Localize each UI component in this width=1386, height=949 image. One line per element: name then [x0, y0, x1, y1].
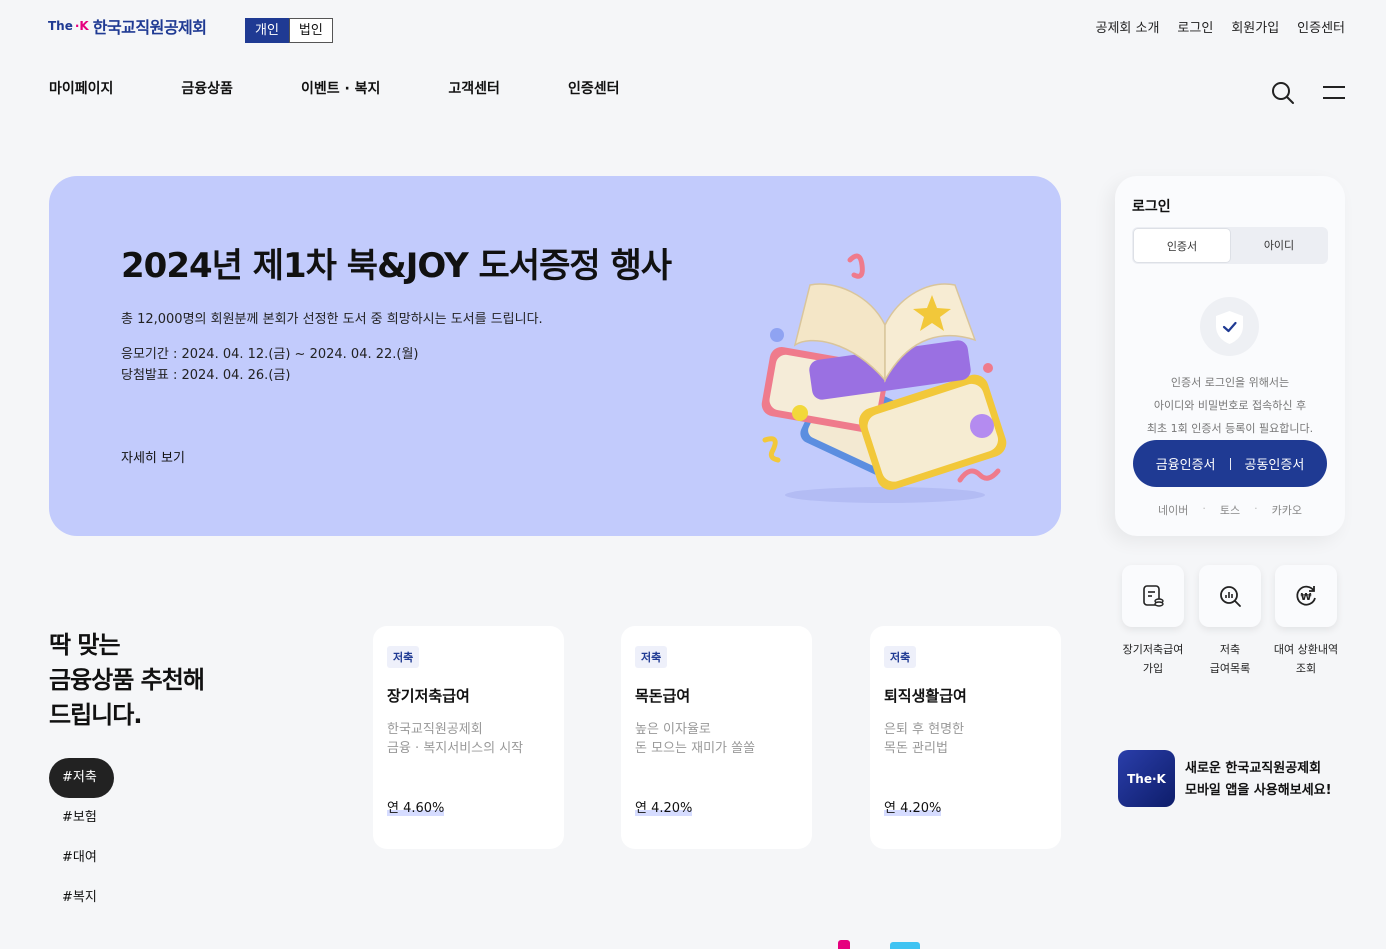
quick-label-line: 장기저축급여 [1122, 643, 1184, 656]
recommend-title: 딱 맞는 금융상품 추천해 드립니다. [49, 628, 205, 733]
kakao-login-link[interactable]: 카카오 [1272, 502, 1302, 518]
nav-cert[interactable]: 인증센터 [568, 78, 620, 98]
app-promo-line: 모바일 앱을 사용해보세요! [1185, 783, 1332, 798]
link-login[interactable]: 로그인 [1177, 17, 1213, 36]
link-cert-center[interactable]: 인증센터 [1297, 17, 1345, 36]
main-nav: 마이페이지 금융상품 이벤트 · 복지 고객센터 인증센터 [49, 78, 687, 98]
shield-icon [1200, 297, 1259, 356]
product-rate-value: 연 4.20% [635, 801, 693, 816]
banner-description: 총 12,000명의 회원분께 본회가 선정한 도서 중 희망하시는 도서를 드… [121, 312, 543, 327]
social-login: 네이버 · 토스 · 카카오 [1133, 502, 1327, 518]
quick-label-line: 저축 [1219, 643, 1241, 656]
search-icon[interactable] [1270, 80, 1296, 106]
cert-login-buttons: 금융인증서 공동인증서 [1133, 440, 1327, 487]
product-card[interactable]: 저축 퇴직생활급여 은퇴 후 현명한 목돈 관리법 연 4.20% [870, 626, 1061, 849]
login-info-line: 아이디와 비밀번호로 접속하신 후 [1153, 399, 1307, 412]
tab-id[interactable]: 아이디 [1231, 228, 1327, 263]
app-icon[interactable]: The·K [1118, 750, 1175, 807]
books-illustration [740, 240, 1030, 510]
tag-welfare[interactable]: #복지 [49, 878, 114, 918]
login-tabs: 인증서 아이디 [1132, 227, 1328, 264]
product-tags: #저축 #보험 #대여 #복지 [49, 758, 114, 918]
member-type-toggle: 개인 법인 [245, 18, 333, 43]
quick-menu-savings-list[interactable]: 저축 급여목록 [1194, 565, 1266, 678]
product-description: 높은 이자율로 돈 모으는 재미가 쏠쏠 [635, 722, 756, 756]
hamburger-menu-icon[interactable] [1322, 84, 1346, 102]
product-rate: 연 4.60% [387, 797, 445, 816]
app-icon-text: The·K [1127, 771, 1166, 786]
naver-login-link[interactable]: 네이버 [1158, 502, 1188, 518]
product-card[interactable]: 저축 장기저축급여 한국교직원공제회 금융 · 복지서비스의 시작 연 4.60… [373, 626, 564, 849]
quick-label-line: 급여목록 [1209, 662, 1251, 675]
banner-announce: 당첨발표 : 2024. 04. 26.(금) [121, 368, 291, 383]
divider [1229, 457, 1231, 470]
tab-certificate[interactable]: 인증서 [1133, 228, 1231, 263]
decoration-shape [838, 940, 850, 949]
product-badge: 저축 [635, 646, 668, 668]
product-description: 한국교직원공제회 금융 · 복지서비스의 시작 [387, 722, 524, 756]
product-badge: 저축 [884, 646, 917, 668]
member-type-corporate[interactable]: 법인 [288, 18, 333, 43]
login-info: 인증서 로그인을 위해서는 아이디와 비밀번호로 접속하신 후 최초 1회 인증… [1125, 371, 1335, 440]
product-description: 은퇴 후 현명한 목돈 관리법 [884, 722, 965, 756]
quick-label: 장기저축급여 가입 [1117, 640, 1189, 678]
nav-mypage[interactable]: 마이페이지 [49, 78, 113, 98]
nav-products[interactable]: 금융상품 [181, 78, 233, 98]
product-card[interactable]: 저축 목돈급여 높은 이자율로 돈 모으는 재미가 쏠쏠 연 4.20% [621, 626, 812, 849]
product-title: 퇴직생활급여 [884, 687, 967, 705]
link-signup[interactable]: 회원가입 [1231, 17, 1279, 36]
nav-events[interactable]: 이벤트 · 복지 [301, 78, 380, 98]
separator-dot: · [1202, 502, 1206, 515]
quick-label-line: 가입 [1142, 662, 1164, 675]
recommend-title-line: 드립니다. [49, 701, 142, 729]
joint-cert-button[interactable]: 공동인증서 [1245, 454, 1305, 473]
quick-label: 대여 상환내역 조회 [1270, 640, 1342, 678]
quick-menu-savings-join[interactable]: 장기저축급여 가입 [1117, 565, 1189, 678]
login-title: 로그인 [1132, 199, 1171, 215]
decoration-shape [890, 942, 920, 949]
member-type-personal[interactable]: 개인 [245, 18, 289, 43]
recommend-title-line: 금융상품 추천해 [49, 666, 205, 694]
login-info-line: 인증서 로그인을 위해서는 [1170, 376, 1290, 389]
product-rate: 연 4.20% [635, 797, 693, 816]
banner-title: 2024년 제1차 북&JOY 도서증정 행사 [121, 246, 672, 286]
tag-insurance[interactable]: #보험 [49, 798, 114, 838]
app-promo-line: 새로운 한국교직원공제회 [1185, 761, 1322, 776]
quick-label-line: 조회 [1295, 662, 1317, 675]
separator-dot: · [1254, 502, 1258, 515]
nav-customer[interactable]: 고객센터 [448, 78, 500, 98]
product-title: 장기저축급여 [387, 687, 470, 705]
quick-label: 저축 급여목록 [1194, 640, 1266, 678]
won-cycle-icon: ₩ [1275, 565, 1337, 627]
recommend-title-line: 딱 맞는 [49, 631, 121, 659]
logo-name: 한국교직원공제회 [92, 18, 207, 37]
tag-loan[interactable]: #대여 [49, 838, 114, 878]
product-title: 목돈급여 [635, 687, 691, 705]
quick-menu-loan-history[interactable]: ₩ 대여 상환내역 조회 [1270, 565, 1342, 678]
toss-login-link[interactable]: 토스 [1220, 502, 1240, 518]
utility-nav: 공제회 소개 로그인 회원가입 인증센터 [1095, 17, 1345, 36]
link-about[interactable]: 공제회 소개 [1095, 17, 1159, 36]
banner-period: 응모기간 : 2024. 04. 12.(금) ~ 2024. 04. 22.(… [121, 347, 419, 362]
search-chart-icon [1199, 565, 1261, 627]
banner-dates: 응모기간 : 2024. 04. 12.(금) ~ 2024. 04. 22.(… [121, 344, 419, 386]
banner-more-link[interactable]: 자세히 보기 [121, 447, 185, 466]
app-promo-text[interactable]: 새로운 한국교직원공제회 모바일 앱을 사용해보세요! [1185, 758, 1332, 802]
product-rate-value: 연 4.60% [387, 801, 445, 816]
site-logo[interactable]: The ·K 한국교직원공제회 [48, 14, 207, 38]
quick-label-line: 대여 상환내역 [1273, 643, 1339, 656]
product-rate: 연 4.20% [884, 797, 942, 816]
tag-savings[interactable]: #저축 [49, 758, 114, 798]
svg-text:₩: ₩ [1300, 592, 1311, 603]
financial-cert-button[interactable]: 금융인증서 [1156, 454, 1216, 473]
logo-k: ·K [74, 19, 89, 33]
login-info-line: 최초 1회 인증서 등록이 필요합니다. [1146, 422, 1314, 435]
product-rate-value: 연 4.20% [884, 801, 942, 816]
logo-the: The [48, 19, 73, 33]
product-badge: 저축 [387, 646, 420, 668]
document-coin-icon [1122, 565, 1184, 627]
